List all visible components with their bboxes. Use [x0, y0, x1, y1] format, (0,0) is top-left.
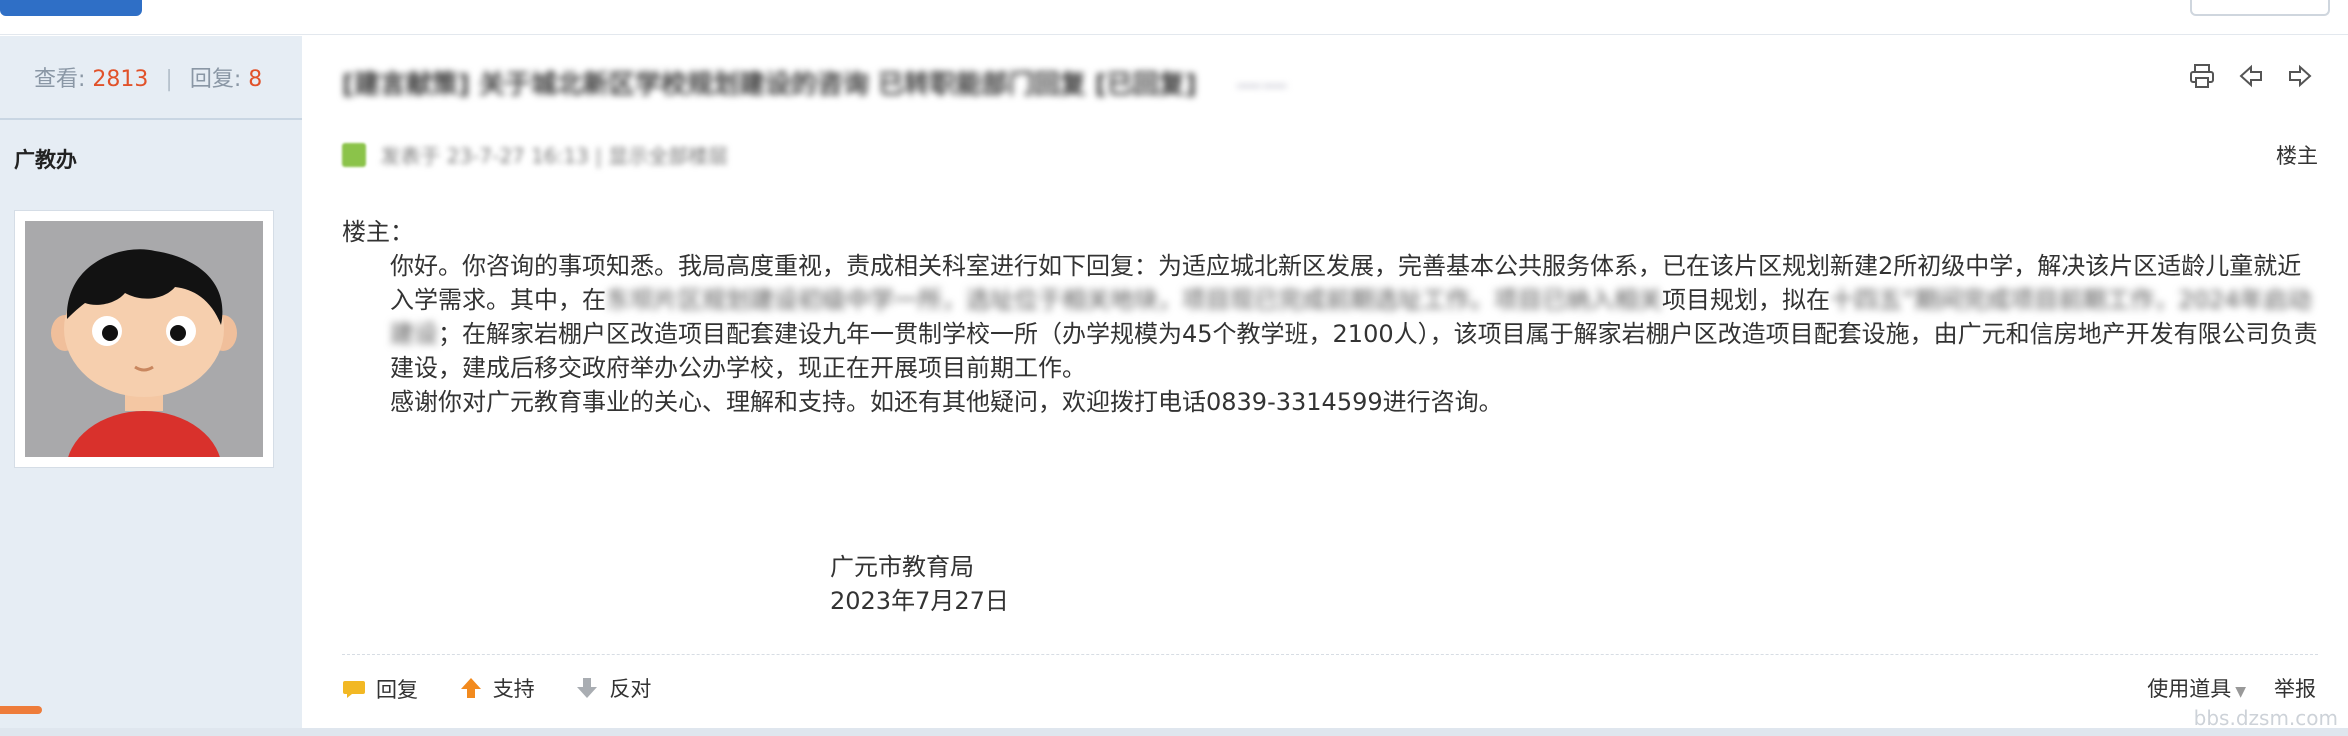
post-divider	[342, 654, 2318, 655]
top-strip	[0, 0, 2348, 35]
reply-button[interactable]: 回复	[342, 674, 418, 704]
support-button[interactable]: 支持	[459, 673, 535, 703]
support-label: 支持	[492, 677, 535, 701]
post-actions: 回复 支持 反对	[342, 673, 685, 705]
post-tools: 使用道具 ▼ 举报	[2147, 673, 2316, 703]
views-label: 查看:	[34, 67, 86, 92]
signature-org: 广元市教育局	[830, 553, 974, 581]
sidebar-accent-bar	[0, 706, 42, 714]
oppose-label: 反对	[609, 677, 652, 701]
post-meta-text: 发表于 23-7-27 16:13 | 显示全部楼层	[380, 144, 729, 168]
top-right-button[interactable]	[2190, 0, 2330, 16]
thumb-down-arrow-icon	[577, 678, 598, 698]
greeting: 楼主：	[342, 218, 414, 246]
oppose-button[interactable]: 反对	[575, 673, 651, 703]
thread-title: [建言献策] 关于城北新区学校规划建设的咨询 已转职能部门回复 [已回复] ——	[342, 64, 1288, 101]
thumb-up-arrow-icon	[460, 678, 481, 698]
floor-label[interactable]: 楼主	[2276, 140, 2318, 170]
cartoon-avatar-icon	[25, 221, 263, 457]
post: 发表于 23-7-27 16:13 | 显示全部楼层 楼主 楼主： 你好。你咨询…	[302, 118, 2348, 736]
author-sidebar: 查看: 2813 | 回复: 8 广教办	[0, 36, 303, 736]
author-name[interactable]: 广教办	[14, 144, 77, 174]
post-meta: 发表于 23-7-27 16:13 | 显示全部楼层	[342, 140, 728, 170]
signature-date: 2023年7月27日	[830, 587, 1009, 615]
report-link[interactable]: 举报	[2274, 677, 2316, 701]
replies-label: 回复:	[189, 67, 242, 92]
reply-paragraph-2: 感谢你对广元教育事业的关心、理解和支持。如还有其他疑问，欢迎拨打电话0839-3…	[390, 388, 1503, 416]
avatar[interactable]	[14, 210, 274, 468]
print-icon[interactable]	[2188, 62, 2216, 90]
signature: 广元市教育局 2023年7月27日	[830, 550, 1009, 618]
thread-stats: 查看: 2813 | 回复: 8	[0, 36, 302, 120]
use-tools-link[interactable]: 使用道具	[2147, 677, 2231, 701]
redacted-text-1: 东坝片区规划建设初级中学一所，选址位于相关地块，项目现已完成前期选址工作。项目已…	[606, 286, 1662, 314]
online-status-icon	[342, 142, 366, 167]
thread-title-text: [建言献策] 关于城北新区学校规划建设的咨询 已转职能部门回复 [已回复]	[342, 70, 1197, 100]
replies-count: 8	[248, 67, 263, 92]
top-nav-tab[interactable]	[0, 0, 142, 16]
chevron-down-icon[interactable]: ▼	[2235, 684, 2246, 700]
watermark: bbs.dzsm.com	[2193, 706, 2338, 730]
para1-text-c: ；在解家岩棚户区改造项目配套建设九年一贯制学校一所（办学规模为45个教学班，21…	[390, 320, 2318, 382]
prev-arrow-icon[interactable]	[2237, 62, 2265, 90]
views-count: 2813	[92, 67, 149, 92]
reply-label: 回复	[376, 678, 418, 702]
thread-tools	[2188, 62, 2314, 97]
post-content: 楼主： 你好。你咨询的事项知悉。我局高度重视，责成相关科室进行如下回复：为适应城…	[342, 215, 2322, 419]
para1-text-b: 项目规划，拟在	[1662, 286, 1830, 314]
thread-title-suffix: ——	[1235, 70, 1288, 100]
stats-separator: |	[165, 67, 173, 92]
bottom-border	[0, 728, 2348, 736]
reply-bubble-icon	[343, 681, 365, 698]
avatar-image	[25, 221, 263, 457]
next-arrow-icon[interactable]	[2286, 62, 2314, 90]
thread-title-bar: [建言献策] 关于城北新区学校规划建设的咨询 已转职能部门回复 [已回复] ——	[302, 36, 2348, 120]
reply-paragraph-1: 你好。你咨询的事项知悉。我局高度重视，责成相关科室进行如下回复：为适应城北新区发…	[342, 249, 2322, 385]
